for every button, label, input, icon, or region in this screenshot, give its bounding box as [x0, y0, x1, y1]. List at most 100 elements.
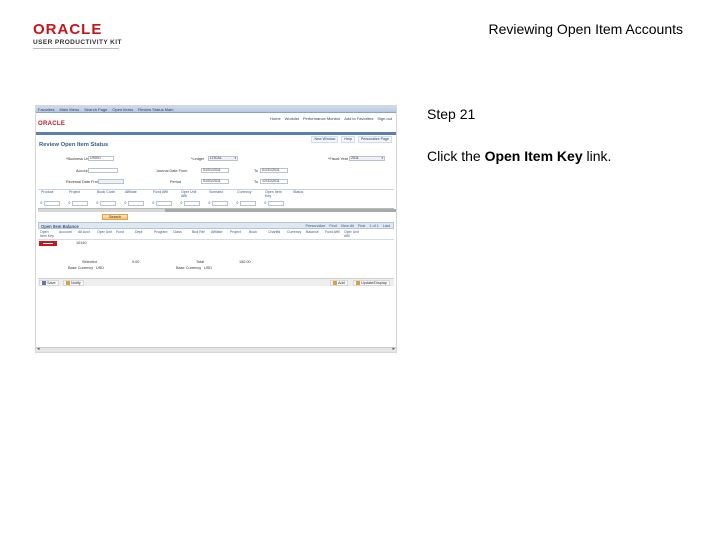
grid-scroll-thumb[interactable]: [165, 209, 396, 212]
search-cell: ⌕: [66, 200, 94, 207]
first-link[interactable]: First: [358, 224, 365, 229]
grid-scrollbar[interactable]: [38, 208, 396, 212]
link-home[interactable]: Home: [270, 116, 281, 121]
menu-open-items[interactable]: Open Items: [112, 107, 133, 112]
search-cell: ⌕: [178, 200, 206, 207]
search-cell: ⌕: [262, 200, 290, 207]
link-personalize-page[interactable]: Personalize Page: [357, 136, 392, 143]
col-affiliate: Affiliate: [211, 230, 223, 234]
lookup-icon[interactable]: ⌕: [152, 201, 155, 206]
notify-icon: [66, 281, 70, 285]
last-link[interactable]: Last: [383, 224, 390, 229]
app-toplinks: Home Worklist Performance Monitor Add to…: [270, 116, 392, 121]
header-band: [36, 132, 396, 135]
lookup-icon[interactable]: ⌕: [68, 201, 71, 206]
menu-favorites[interactable]: Favorites: [38, 107, 54, 112]
search-input[interactable]: [183, 201, 200, 206]
col-affiliate: Affiliate: [125, 190, 137, 194]
col-project: Project: [69, 190, 81, 194]
lookup-icon[interactable]: ⌕: [40, 201, 43, 206]
col-account: Account: [59, 230, 72, 234]
fiscal-year-label: *Fiscal Year: [328, 157, 349, 161]
personalize-link[interactable]: Personalize: [305, 224, 325, 229]
col-oper-unit-affil: Oper Unit Affil: [181, 190, 197, 198]
link-new-window[interactable]: New Window: [311, 136, 339, 143]
link-performance-monitor[interactable]: Performance Monitor: [303, 116, 340, 121]
lookup-icon[interactable]: ⌕: [208, 201, 211, 206]
row-count: 1 of 1: [369, 224, 379, 228]
instruction-link-name: Open Item Key: [484, 148, 583, 164]
search-input[interactable]: [71, 201, 88, 206]
window-links: New Window Help Personalize Page: [311, 136, 392, 143]
search-cell: ⌕: [234, 200, 262, 207]
find-link[interactable]: Find: [329, 224, 336, 229]
lookup-icon[interactable]: ⌕: [96, 201, 99, 206]
col-scenario: Scenario: [209, 190, 224, 194]
period-field[interactable]: [98, 179, 124, 184]
menu-review-status[interactable]: Review Status Main: [138, 107, 173, 112]
journal-date-from-field[interactable]: 01/01/2011: [201, 168, 229, 173]
col-fund-affil: Fund Affil: [153, 190, 168, 194]
col-program: Program: [154, 230, 168, 234]
open-item-key-link[interactable]: [39, 241, 57, 246]
lookup-icon[interactable]: ⌕: [264, 201, 267, 206]
reversal-date-from-field[interactable]: 01/01/2011: [201, 179, 229, 184]
update-display-button[interactable]: Update/Display: [353, 280, 390, 286]
selected-value: 0.00: [132, 260, 140, 264]
account-value: 10140: [76, 241, 87, 245]
search-button[interactable]: Search: [102, 214, 128, 220]
search-input[interactable]: [43, 201, 60, 206]
update-display-icon: [356, 281, 360, 285]
menu-main-menu[interactable]: Main Menu: [59, 107, 79, 112]
lookup-icon[interactable]: ⌕: [236, 201, 239, 206]
col-open-item-key: Open Item Key: [265, 190, 282, 198]
save-label: Save: [47, 281, 56, 285]
search-input[interactable]: [267, 201, 284, 206]
grid-navigation: Personalize Find View All First 1 of 1 L…: [305, 224, 390, 229]
col-alt-acct: Alt Acct: [78, 230, 90, 234]
search-input[interactable]: [211, 201, 228, 206]
base-currency-label: Base Currency: [68, 266, 94, 270]
ledger-label: *Ledger: [191, 157, 205, 161]
oracle-upk-logo: ORACLE USER PRODUCTIVITY KIT: [33, 22, 133, 47]
logo-subtitle: USER PRODUCTIVITY KIT: [33, 39, 122, 46]
reversal-date-label: Period: [170, 180, 181, 184]
search-input[interactable]: [155, 201, 172, 206]
col-fund: Fund: [116, 230, 124, 234]
col-currency: Currency: [287, 230, 302, 234]
fiscal-year-select[interactable]: 2011: [349, 156, 385, 161]
chartfield-search-row: ⌕ ⌕ ⌕ ⌕ ⌕ ⌕ ⌕ ⌕ ⌕: [38, 200, 394, 207]
base-currency-label-2: Base Currency: [176, 266, 202, 270]
link-help[interactable]: Help: [341, 136, 355, 143]
search-input[interactable]: [99, 201, 116, 206]
reversal-date-to-field[interactable]: 12/31/2011: [260, 179, 288, 184]
col-bud-ref: Bud Ref: [192, 230, 205, 234]
save-button[interactable]: Save: [39, 280, 59, 286]
add-label: Add: [338, 281, 345, 285]
business-unit-field[interactable]: US001: [88, 156, 114, 161]
ledger-select[interactable]: LOCAL: [208, 156, 238, 161]
search-input[interactable]: [127, 201, 144, 206]
journal-date-to-field[interactable]: 01/31/2011: [260, 168, 288, 173]
link-worklist[interactable]: Worklist: [285, 116, 299, 121]
scroll-left-icon[interactable]: ◂: [37, 347, 40, 352]
app-logo: ORACLE: [38, 121, 66, 127]
account-field[interactable]: [88, 168, 118, 173]
search-input[interactable]: [239, 201, 256, 206]
scroll-right-icon[interactable]: ▸: [392, 347, 395, 352]
lookup-icon[interactable]: ⌕: [180, 201, 183, 206]
menu-search-page[interactable]: Search Page: [84, 107, 107, 112]
view-all-link[interactable]: View All: [341, 224, 354, 229]
horizontal-scrollbar[interactable]: ◂ ▸: [36, 347, 396, 352]
col-open-item-key: Open Item Key: [40, 230, 54, 238]
col-product: Product: [41, 190, 54, 194]
notify-button[interactable]: Notify: [63, 280, 84, 286]
link-sign-out[interactable]: Sign out: [377, 116, 392, 121]
add-button[interactable]: Add: [330, 280, 348, 286]
lookup-icon[interactable]: ⌕: [124, 201, 127, 206]
open-item-balance-title: Open Item Balance: [41, 224, 79, 229]
slide-title: Reviewing Open Item Accounts: [488, 21, 683, 37]
base-currency-value-2: USD: [204, 266, 213, 270]
link-add-to-favorites[interactable]: Add to Favorites: [344, 116, 373, 121]
col-oper-unit: Oper Unit: [97, 230, 112, 234]
